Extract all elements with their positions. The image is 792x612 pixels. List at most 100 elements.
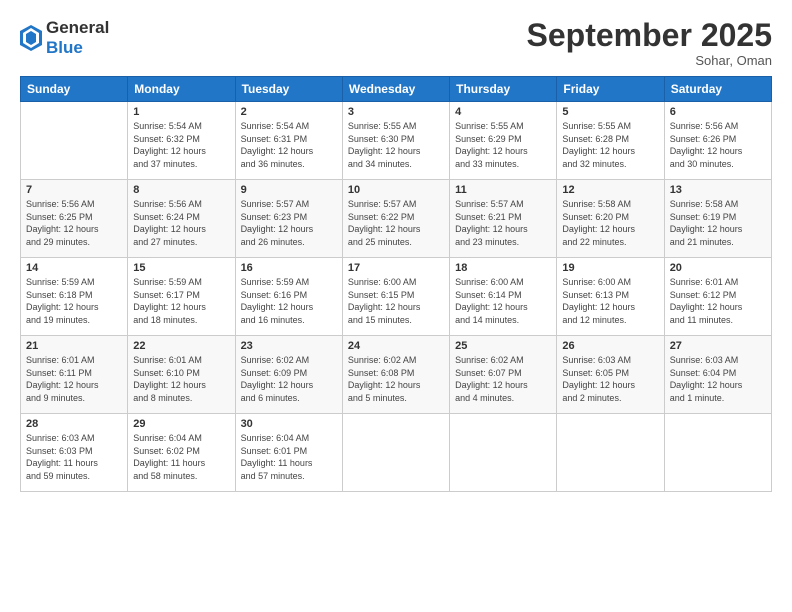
logo-general-text: General	[46, 18, 109, 37]
day-number: 2	[241, 106, 337, 118]
location-label: Sohar, Oman	[527, 53, 772, 68]
page-header: General Blue September 2025 Sohar, Oman	[20, 18, 772, 68]
table-row: 10Sunrise: 5:57 AM Sunset: 6:22 PM Dayli…	[342, 180, 449, 258]
day-number: 6	[670, 106, 766, 118]
day-number: 5	[562, 106, 658, 118]
table-row: 11Sunrise: 5:57 AM Sunset: 6:21 PM Dayli…	[450, 180, 557, 258]
day-info: Sunrise: 5:59 AM Sunset: 6:18 PM Dayligh…	[26, 276, 122, 326]
day-number: 10	[348, 184, 444, 196]
day-info: Sunrise: 5:56 AM Sunset: 6:26 PM Dayligh…	[670, 120, 766, 170]
table-row: 15Sunrise: 5:59 AM Sunset: 6:17 PM Dayli…	[128, 258, 235, 336]
day-number: 15	[133, 262, 229, 274]
day-number: 7	[26, 184, 122, 196]
col-thursday: Thursday	[450, 77, 557, 102]
col-monday: Monday	[128, 77, 235, 102]
table-row	[664, 414, 771, 492]
day-number: 17	[348, 262, 444, 274]
table-row: 2 Sunrise: 5:54 AM Sunset: 6:31 PM Daylig…	[235, 102, 342, 180]
day-info: Sunrise: 5:55 AM Sunset: 6:29 PM Dayligh…	[455, 120, 551, 170]
day-info: Sunrise: 5:58 AM Sunset: 6:20 PM Dayligh…	[562, 198, 658, 248]
day-info: Sunrise: 5:54 AM Sunset: 6:32 PM Dayligh…	[133, 120, 229, 170]
day-info: Sunrise: 5:57 AM Sunset: 6:21 PM Dayligh…	[455, 198, 551, 248]
day-number: 9	[241, 184, 337, 196]
day-number: 29	[133, 418, 229, 430]
day-number: 27	[670, 340, 766, 352]
day-number: 13	[670, 184, 766, 196]
day-info: Sunrise: 5:54 AM Sunset: 6:31 PM Dayligh…	[241, 120, 337, 170]
day-number: 25	[455, 340, 551, 352]
day-info: Sunrise: 6:03 AM Sunset: 6:04 PM Dayligh…	[670, 354, 766, 404]
table-row	[21, 102, 128, 180]
day-number: 19	[562, 262, 658, 274]
table-row: 27 Sunrise: 6:03 AM Sunset: 6:04 PM Dayli…	[664, 336, 771, 414]
day-number: 3	[348, 106, 444, 118]
table-row	[450, 414, 557, 492]
table-row: 21 Sunrise: 6:01 AM Sunset: 6:11 PM Dayli…	[21, 336, 128, 414]
day-number: 26	[562, 340, 658, 352]
table-row: 12 Sunrise: 5:58 AM Sunset: 6:20 PM Dayli…	[557, 180, 664, 258]
day-info: Sunrise: 6:00 AM Sunset: 6:15 PM Dayligh…	[348, 276, 444, 326]
table-row: 24 Sunrise: 6:02 AM Sunset: 6:08 PM Dayli…	[342, 336, 449, 414]
day-info: Sunrise: 6:03 AM Sunset: 6:03 PM Dayligh…	[26, 432, 122, 482]
day-info: Sunrise: 6:01 AM Sunset: 6:12 PM Dayligh…	[670, 276, 766, 326]
day-info: Sunrise: 5:56 AM Sunset: 6:25 PM Dayligh…	[26, 198, 122, 248]
logo: General Blue	[20, 18, 109, 57]
table-row: 5Sunrise: 5:55 AM Sunset: 6:28 PM Daylig…	[557, 102, 664, 180]
calendar-table: Sunday Monday Tuesday Wednesday Thursday…	[20, 76, 772, 492]
day-number: 16	[241, 262, 337, 274]
day-number: 8	[133, 184, 229, 196]
logo-icon	[20, 25, 42, 51]
day-info: Sunrise: 6:04 AM Sunset: 6:01 PM Dayligh…	[241, 432, 337, 482]
col-sunday: Sunday	[21, 77, 128, 102]
title-area: September 2025 Sohar, Oman	[527, 18, 772, 68]
logo-blue-text: Blue	[46, 38, 83, 57]
day-info: Sunrise: 6:04 AM Sunset: 6:02 PM Dayligh…	[133, 432, 229, 482]
col-saturday: Saturday	[664, 77, 771, 102]
calendar-week-row: 14Sunrise: 5:59 AM Sunset: 6:18 PM Dayli…	[21, 258, 772, 336]
table-row: 7 Sunrise: 5:56 AM Sunset: 6:25 PM Daylig…	[21, 180, 128, 258]
calendar-header-row: Sunday Monday Tuesday Wednesday Thursday…	[21, 77, 772, 102]
table-row: 9 Sunrise: 5:57 AM Sunset: 6:23 PM Daylig…	[235, 180, 342, 258]
table-row: 20 Sunrise: 6:01 AM Sunset: 6:12 PM Dayli…	[664, 258, 771, 336]
day-info: Sunrise: 5:57 AM Sunset: 6:23 PM Dayligh…	[241, 198, 337, 248]
day-number: 24	[348, 340, 444, 352]
day-info: Sunrise: 6:02 AM Sunset: 6:07 PM Dayligh…	[455, 354, 551, 404]
table-row: 18Sunrise: 6:00 AM Sunset: 6:14 PM Dayli…	[450, 258, 557, 336]
col-wednesday: Wednesday	[342, 77, 449, 102]
day-info: Sunrise: 6:00 AM Sunset: 6:13 PM Dayligh…	[562, 276, 658, 326]
day-number: 1	[133, 106, 229, 118]
calendar-week-row: 1 Sunrise: 5:54 AM Sunset: 6:32 PM Daylig…	[21, 102, 772, 180]
table-row	[342, 414, 449, 492]
day-info: Sunrise: 5:58 AM Sunset: 6:19 PM Dayligh…	[670, 198, 766, 248]
table-row: 26 Sunrise: 6:03 AM Sunset: 6:05 PM Dayli…	[557, 336, 664, 414]
table-row: 17 Sunrise: 6:00 AM Sunset: 6:15 PM Dayli…	[342, 258, 449, 336]
month-title: September 2025	[527, 18, 772, 53]
day-number: 4	[455, 106, 551, 118]
calendar-week-row: 28 Sunrise: 6:03 AM Sunset: 6:03 PM Dayli…	[21, 414, 772, 492]
day-info: Sunrise: 5:55 AM Sunset: 6:30 PM Dayligh…	[348, 120, 444, 170]
day-number: 21	[26, 340, 122, 352]
day-info: Sunrise: 6:01 AM Sunset: 6:11 PM Dayligh…	[26, 354, 122, 404]
day-info: Sunrise: 5:56 AM Sunset: 6:24 PM Dayligh…	[133, 198, 229, 248]
table-row: 22Sunrise: 6:01 AM Sunset: 6:10 PM Dayli…	[128, 336, 235, 414]
day-number: 28	[26, 418, 122, 430]
table-row: 8 Sunrise: 5:56 AM Sunset: 6:24 PM Daylig…	[128, 180, 235, 258]
table-row: 30 Sunrise: 6:04 AM Sunset: 6:01 PM Dayli…	[235, 414, 342, 492]
day-info: Sunrise: 6:01 AM Sunset: 6:10 PM Dayligh…	[133, 354, 229, 404]
table-row: 25 Sunrise: 6:02 AM Sunset: 6:07 PM Dayli…	[450, 336, 557, 414]
table-row: 4 Sunrise: 5:55 AM Sunset: 6:29 PM Daylig…	[450, 102, 557, 180]
table-row: 1 Sunrise: 5:54 AM Sunset: 6:32 PM Daylig…	[128, 102, 235, 180]
day-number: 12	[562, 184, 658, 196]
day-info: Sunrise: 5:59 AM Sunset: 6:16 PM Dayligh…	[241, 276, 337, 326]
day-info: Sunrise: 6:02 AM Sunset: 6:08 PM Dayligh…	[348, 354, 444, 404]
table-row: 28 Sunrise: 6:03 AM Sunset: 6:03 PM Dayli…	[21, 414, 128, 492]
col-friday: Friday	[557, 77, 664, 102]
table-row	[557, 414, 664, 492]
calendar-week-row: 7 Sunrise: 5:56 AM Sunset: 6:25 PM Daylig…	[21, 180, 772, 258]
day-info: Sunrise: 6:03 AM Sunset: 6:05 PM Dayligh…	[562, 354, 658, 404]
col-tuesday: Tuesday	[235, 77, 342, 102]
day-number: 20	[670, 262, 766, 274]
calendar-week-row: 21 Sunrise: 6:01 AM Sunset: 6:11 PM Dayli…	[21, 336, 772, 414]
day-number: 23	[241, 340, 337, 352]
day-number: 30	[241, 418, 337, 430]
